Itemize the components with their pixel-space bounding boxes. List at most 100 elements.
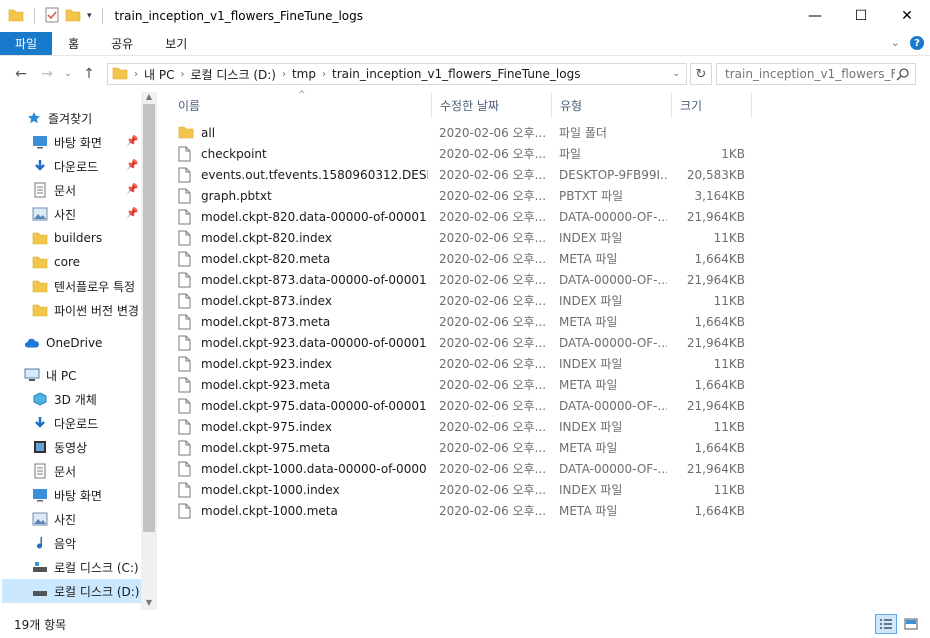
properties-icon[interactable]	[45, 7, 59, 26]
file-row[interactable]: model.ckpt-975.meta 2020-02-06 오후... META …	[170, 437, 750, 458]
file-row[interactable]: model.ckpt-923.data-00000-of-00001 2020-0…	[170, 332, 750, 353]
file-row[interactable]: graph.pbtxt 2020-02-06 오후... PBTXT 파일 3,164…	[170, 185, 750, 206]
scroll-down-icon[interactable]: ▼	[141, 598, 157, 610]
tab-share[interactable]: 공유	[95, 32, 149, 55]
breadcrumb-this-pc[interactable]: 내 PC	[144, 66, 174, 83]
nav-pc-music[interactable]: 음악	[32, 531, 158, 555]
file-name-cell[interactable]: model.ckpt-873.index	[178, 293, 428, 309]
nav-pinned-desktop[interactable]: 바탕 화면	[32, 130, 158, 154]
file-row[interactable]: model.ckpt-975.index 2020-02-06 오후... INDE…	[170, 416, 750, 437]
nav-pinned-downloads[interactable]: 다운로드	[32, 154, 158, 178]
customize-dropdown-icon[interactable]: ▾	[87, 11, 92, 21]
column-header-name[interactable]: 이름	[170, 92, 432, 118]
file-row[interactable]: model.ckpt-873.meta 2020-02-06 오후... META …	[170, 311, 750, 332]
file-row[interactable]: model.ckpt-820.index 2020-02-06 오후... INDE…	[170, 227, 750, 248]
recent-locations-icon[interactable]: ⌄	[60, 69, 76, 79]
file-row[interactable]: model.ckpt-1000.meta 2020-02-06 오후... META…	[170, 500, 750, 521]
file-name-cell[interactable]: graph.pbtxt	[178, 188, 428, 204]
column-header-size[interactable]: 크기	[672, 92, 752, 118]
file-row[interactable]: model.ckpt-975.data-00000-of-00001 2020-0…	[170, 395, 750, 416]
file-name-cell[interactable]: model.ckpt-1000.index	[178, 482, 428, 498]
nav-pinned-pictures[interactable]: 사진	[32, 202, 158, 226]
file-name-cell[interactable]: model.ckpt-923.data-00000-of-00001	[178, 335, 428, 351]
pin-icon[interactable]: 📌	[126, 136, 138, 147]
file-row[interactable]: model.ckpt-923.index 2020-02-06 오후... INDE…	[170, 353, 750, 374]
nav-this-pc[interactable]: 내 PC	[24, 363, 158, 387]
nav-folder-core[interactable]: core	[32, 250, 158, 274]
pin-icon[interactable]: 📌	[126, 208, 138, 219]
pin-icon[interactable]: 📌	[126, 160, 138, 171]
file-row[interactable]: all 2020-02-06 오후... 파일 폴더	[170, 122, 750, 143]
file-row[interactable]: model.ckpt-873.index 2020-02-06 오후... INDE…	[170, 290, 750, 311]
file-row[interactable]: events.out.tfevents.1580960312.DESKT... 2…	[170, 164, 750, 185]
breadcrumb-tmp[interactable]: tmp	[292, 67, 316, 81]
nav-onedrive[interactable]: OneDrive	[24, 331, 158, 355]
close-button[interactable]: ✕	[884, 0, 930, 32]
file-name-cell[interactable]: model.ckpt-820.meta	[178, 251, 428, 267]
file-row[interactable]: model.ckpt-873.data-00000-of-00001 2020-0…	[170, 269, 750, 290]
nav-pc-documents[interactable]: 문서	[32, 459, 158, 483]
search-box[interactable]	[716, 63, 916, 85]
breadcrumb-drive-d[interactable]: 로컬 디스크 (D:)	[190, 66, 275, 83]
nav-pc-drive-c[interactable]: 로컬 디스크 (C:)	[32, 555, 158, 579]
file-name-cell[interactable]: model.ckpt-923.meta	[178, 377, 428, 393]
file-name-cell[interactable]: model.ckpt-1000.data-00000-of-00001	[178, 461, 428, 477]
chevron-right-icon[interactable]: ›	[282, 69, 286, 80]
nav-folder-python-version[interactable]: 파이썬 버전 변경	[32, 298, 158, 322]
new-folder-icon[interactable]	[65, 8, 81, 25]
file-name-cell[interactable]: checkpoint	[178, 146, 428, 162]
file-name-cell[interactable]: model.ckpt-975.index	[178, 419, 428, 435]
back-arrow-icon[interactable]: ←	[8, 66, 34, 82]
column-header-date[interactable]: 수정한 날짜	[432, 92, 552, 118]
chevron-down-icon[interactable]: ⌄	[672, 69, 680, 79]
large-icons-view-button[interactable]	[900, 614, 922, 634]
file-row[interactable]: model.ckpt-820.data-00000-of-00001 2020-0…	[170, 206, 750, 227]
maximize-button[interactable]: ☐	[838, 0, 884, 32]
file-name-cell[interactable]: model.ckpt-873.meta	[178, 314, 428, 330]
search-icon[interactable]	[896, 67, 910, 84]
tab-home[interactable]: 홈	[52, 32, 95, 55]
file-name-cell[interactable]: events.out.tfevents.1580960312.DESKT...	[178, 167, 428, 183]
search-input[interactable]	[725, 67, 895, 81]
file-row[interactable]: model.ckpt-1000.index 2020-02-06 오후... IND…	[170, 479, 750, 500]
nav-quick-access[interactable]: 즐겨찾기	[26, 106, 158, 130]
file-row[interactable]: checkpoint 2020-02-06 오후... 파일 1KB	[170, 143, 750, 164]
file-name-cell[interactable]: model.ckpt-975.data-00000-of-00001	[178, 398, 428, 414]
nav-pc-downloads[interactable]: 다운로드	[32, 411, 158, 435]
minimize-button[interactable]: —	[792, 0, 838, 32]
chevron-right-icon[interactable]: ›	[180, 69, 184, 80]
expand-ribbon-icon[interactable]: ⌄	[891, 36, 900, 50]
file-name-cell[interactable]: model.ckpt-923.index	[178, 356, 428, 372]
nav-pinned-documents[interactable]: 문서	[32, 178, 158, 202]
file-row[interactable]: model.ckpt-923.meta 2020-02-06 오후... META …	[170, 374, 750, 395]
pin-icon[interactable]: 📌	[126, 184, 138, 195]
file-name-cell[interactable]: all	[178, 125, 428, 141]
address-bar[interactable]: › 내 PC › 로컬 디스크 (D:) › tmp › train_incep…	[107, 63, 687, 85]
scroll-up-icon[interactable]: ▲	[141, 92, 157, 104]
file-name-cell[interactable]: model.ckpt-975.meta	[178, 440, 428, 456]
tab-view[interactable]: 보기	[149, 32, 203, 55]
refresh-button[interactable]: ↻	[690, 63, 712, 85]
nav-pc-pictures[interactable]: 사진	[32, 507, 158, 531]
file-row[interactable]: model.ckpt-820.meta 2020-02-06 오후... META …	[170, 248, 750, 269]
nav-scrollbar[interactable]: ▲ ▼	[141, 92, 157, 610]
breadcrumb-current[interactable]: train_inception_v1_flowers_FineTune_logs	[332, 67, 580, 81]
nav-pc-drive-d[interactable]: 로컬 디스크 (D:)	[2, 579, 141, 603]
file-name-cell[interactable]: model.ckpt-820.data-00000-of-00001	[178, 209, 428, 225]
tab-file[interactable]: 파일	[0, 32, 53, 55]
nav-folder-builders[interactable]: builders	[32, 226, 158, 250]
file-name-cell[interactable]: model.ckpt-873.data-00000-of-00001	[178, 272, 428, 288]
forward-arrow-icon[interactable]: →	[34, 66, 60, 82]
details-view-button[interactable]	[875, 614, 897, 634]
column-header-type[interactable]: 유형	[552, 92, 672, 118]
file-row[interactable]: model.ckpt-1000.data-00000-of-00001 2020-…	[170, 458, 750, 479]
nav-pc-desktop[interactable]: 바탕 화면	[32, 483, 158, 507]
scrollbar-thumb[interactable]	[143, 104, 155, 532]
chevron-right-icon[interactable]: ›	[322, 69, 326, 80]
up-arrow-icon[interactable]: ↑	[76, 66, 102, 82]
file-name-cell[interactable]: model.ckpt-1000.meta	[178, 503, 428, 519]
nav-pc-3d-objects[interactable]: 3D 개체	[32, 387, 158, 411]
file-name-cell[interactable]: model.ckpt-820.index	[178, 230, 428, 246]
nav-folder-tensorflow[interactable]: 텐서플로우 특정	[32, 274, 158, 298]
nav-pc-videos[interactable]: 동영상	[32, 435, 158, 459]
